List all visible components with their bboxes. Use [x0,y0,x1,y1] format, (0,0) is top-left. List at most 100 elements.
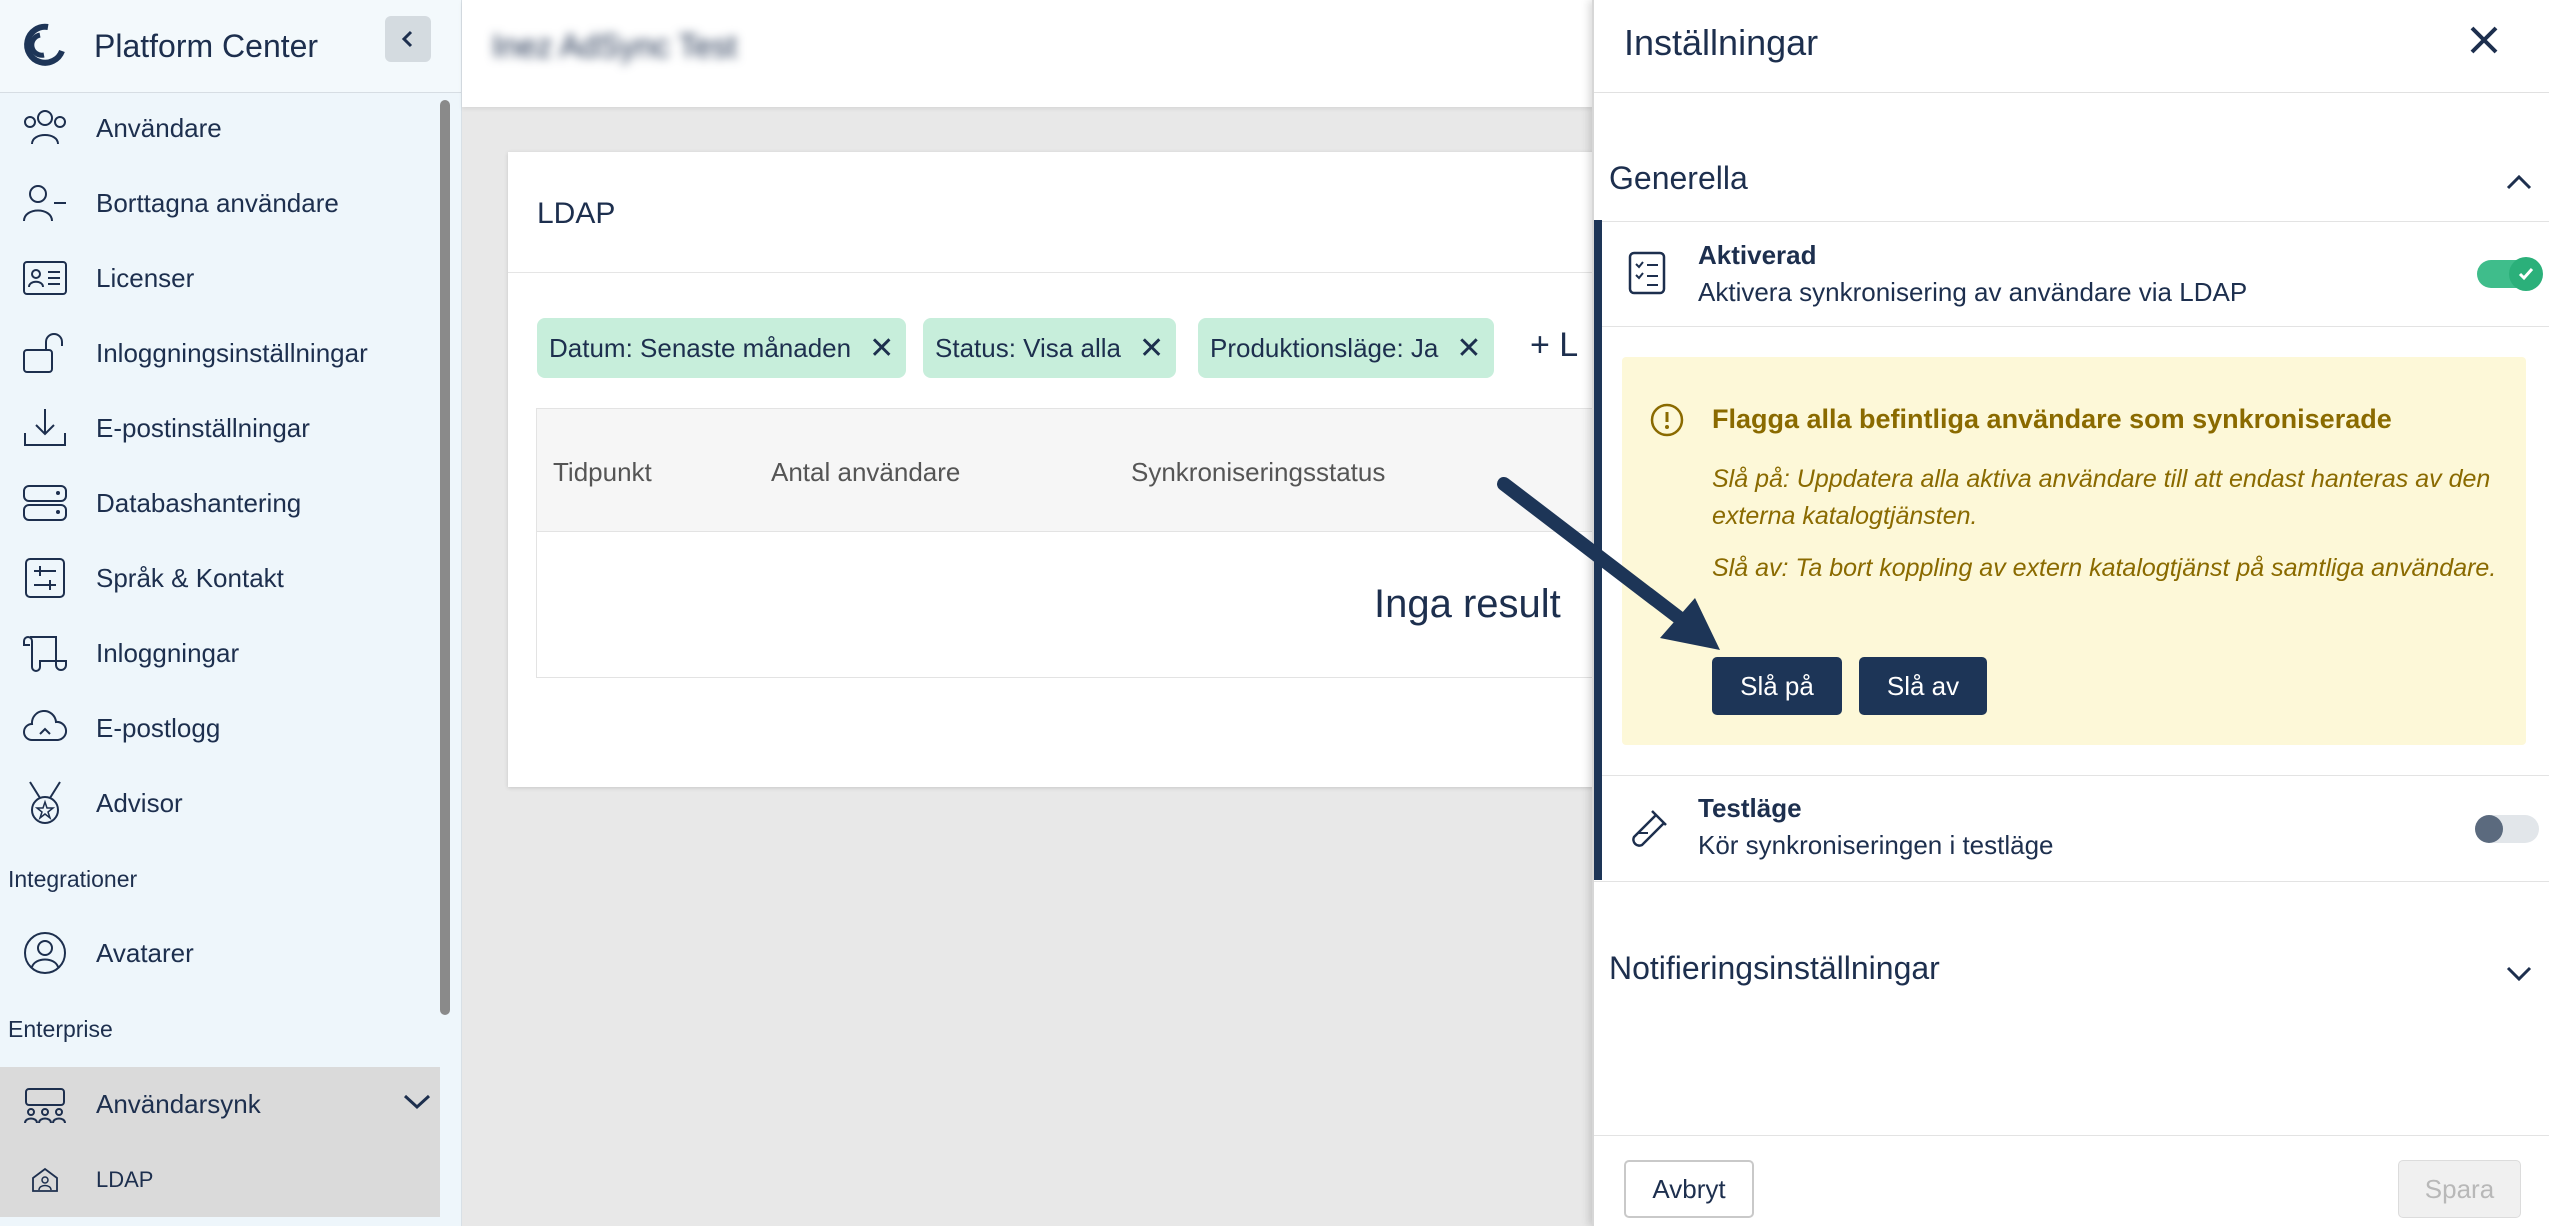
turn-on-button[interactable]: Slå på [1712,657,1842,715]
empty-state-text: Inga result [1374,582,1561,626]
sync-table: Tidpunkt Antal användare Synkroniserings… [536,408,1636,678]
id-card-icon [20,253,70,303]
scroll-icon [20,628,70,678]
sidebar-item-label: Inloggningsinställningar [96,337,368,368]
alert-text-off: Slå av: Ta bort koppling av extern katal… [1712,554,2497,582]
platform-logo-icon [24,23,65,66]
setting-subtitle: Aktivera synkronisering av användare via… [1698,277,2248,307]
column-header[interactable]: Tidpunkt [553,457,652,488]
lock-open-icon [20,328,70,378]
sidebar-item-anvandare[interactable]: Användare [0,98,435,158]
divider [1594,881,2549,882]
collapse-sidebar-button[interactable] [385,16,431,62]
close-icon[interactable]: ✕ [1139,331,1164,366]
chevron-down-icon [403,1094,431,1110]
user-circle-icon [20,928,70,978]
sidebar-item-e-postlogg[interactable]: E-postlogg [0,698,435,758]
close-icon[interactable]: ✕ [1456,331,1481,366]
table-header: Tidpunkt Antal användare Synkroniserings… [537,409,1635,532]
panel-title: Inställningar [1624,22,1819,63]
chevron-up-icon [2506,174,2532,190]
setting-title: Aktiverad [1698,240,1817,270]
sidebar-item-label: Användarsynk [96,1089,261,1119]
card-title: LDAP [537,197,616,230]
warning-alert: Flagga alla befintliga användare som syn… [1622,357,2526,745]
section-general-header[interactable]: Generella [1594,142,2549,222]
sidebar-item-label: E-postinställningar [96,412,310,443]
sidebar-item-avatarer[interactable]: Avatarer [0,923,435,983]
section-title: Generella [1609,160,1748,196]
sidebar-item-ldap[interactable]: LDAP [0,1142,440,1217]
sidebar-scrollbar[interactable] [440,100,450,1015]
people-group-icon [20,1080,70,1130]
app-title: Platform Center [94,27,319,64]
sidebar-item-inloggningar[interactable]: Inloggningar [0,623,435,683]
column-header[interactable]: Antal användare [771,457,960,488]
setting-row-testmode: Testläge Kör synkroniseringen i testläge [1602,775,2549,880]
medal-icon [20,778,70,828]
close-icon[interactable]: ✕ [869,331,894,366]
alert-title: Flagga alla befintliga användare som syn… [1712,404,2392,434]
filter-chip-datum[interactable]: Datum: Senaste månaden ✕ [537,318,907,378]
setting-row-activated: Aktiverad Aktivera synkronisering av anv… [1602,220,2549,325]
ldap-card: LDAP Datum: Senaste månaden ✕ Status: Vi… [508,152,1636,787]
toggle-knob [2475,815,2503,843]
sidebar-item-label: Språk & Kontakt [96,562,284,593]
section-label-enterprise: Enterprise [8,1016,113,1042]
divider [1602,326,2549,327]
activated-toggle[interactable] [2477,257,2543,291]
sidebar-item-e-postinstallningar[interactable]: E-postinställningar [0,398,435,458]
sidebar: Platform Center Användare Borttagna anvä… [0,0,462,1226]
alert-text-on: Slå på: Uppdatera alla aktiva användare … [1712,465,2491,530]
user-minus-icon [20,178,70,228]
chevron-down-icon [2506,966,2532,982]
panel-footer: Avbryt Spara [1594,1135,2549,1226]
save-button[interactable]: Spara [2398,1160,2521,1218]
section-notifications-header[interactable]: Notifieringsinställningar [1594,932,2549,1012]
setting-subtitle: Kör synkroniseringen i testläge [1698,830,2054,860]
top-bar: Inez AdSync Test [462,0,1592,107]
sidebar-item-label: Användare [96,112,222,143]
server-icon [20,478,70,528]
section-label-integrationer: Integrationer [8,866,138,892]
sidebar-item-borttagna-anvandare[interactable]: Borttagna användare [0,173,435,233]
chip-label: Datum: Senaste månaden [549,332,852,363]
chevron-left-icon [401,30,413,48]
testmode-toggle[interactable] [2475,815,2539,843]
sidebar-item-label: LDAP [96,1166,154,1192]
filter-chip-produktionslage[interactable]: Produktionsläge: Ja ✕ [1198,318,1494,378]
sidebar-item-label: Databashantering [96,487,302,518]
users-icon [20,103,70,153]
section-general-body: Aktiverad Aktivera synkronisering av anv… [1594,220,2549,880]
column-header[interactable]: Synkroniseringsstatus [1131,457,1385,488]
filter-chip-status[interactable]: Status: Visa alla ✕ [923,318,1177,378]
sidebar-item-databashantering[interactable]: Databashantering [0,473,435,533]
panel-header: Inställningar [1594,0,2549,93]
sidebar-item-label: Advisor [96,787,183,818]
setting-title: Testläge [1698,793,1802,823]
organization-title: Inez AdSync Test [492,28,737,64]
chip-label: Status: Visa alla [935,332,1121,363]
sidebar-item-licenser[interactable]: Licenser [0,248,435,308]
sliders-icon [20,553,70,603]
turn-off-button[interactable]: Slå av [1859,657,1987,715]
sidebar-item-label: Inloggningar [96,637,240,668]
exclamation-circle-icon [1650,403,1684,437]
sidebar-item-label: Borttagna användare [96,187,339,218]
close-icon[interactable] [2464,20,2504,60]
settings-panel: Inställningar Generella Aktiverad Aktive… [1592,0,2549,1226]
add-filter-button[interactable]: + L [1530,326,1578,365]
sidebar-item-advisor[interactable]: Advisor [0,773,435,833]
sidebar-item-anvandarsynk[interactable]: Användarsynk [0,1067,440,1142]
cloud-icon [20,703,70,753]
download-icon [20,403,70,453]
sidebar-item-sprak-kontakt[interactable]: Språk & Kontakt [0,548,435,608]
sidebar-item-label: Licenser [96,262,195,293]
divider [508,272,1598,273]
checklist-icon [1628,251,1666,295]
sidebar-item-label: E-postlogg [96,712,221,743]
cancel-button[interactable]: Avbryt [1624,1160,1754,1218]
sidebar-item-inloggningsinstallningar[interactable]: Inloggningsinställningar [0,323,435,383]
sidebar-item-label: Avatarer [96,937,194,968]
house-user-icon [20,1155,70,1205]
